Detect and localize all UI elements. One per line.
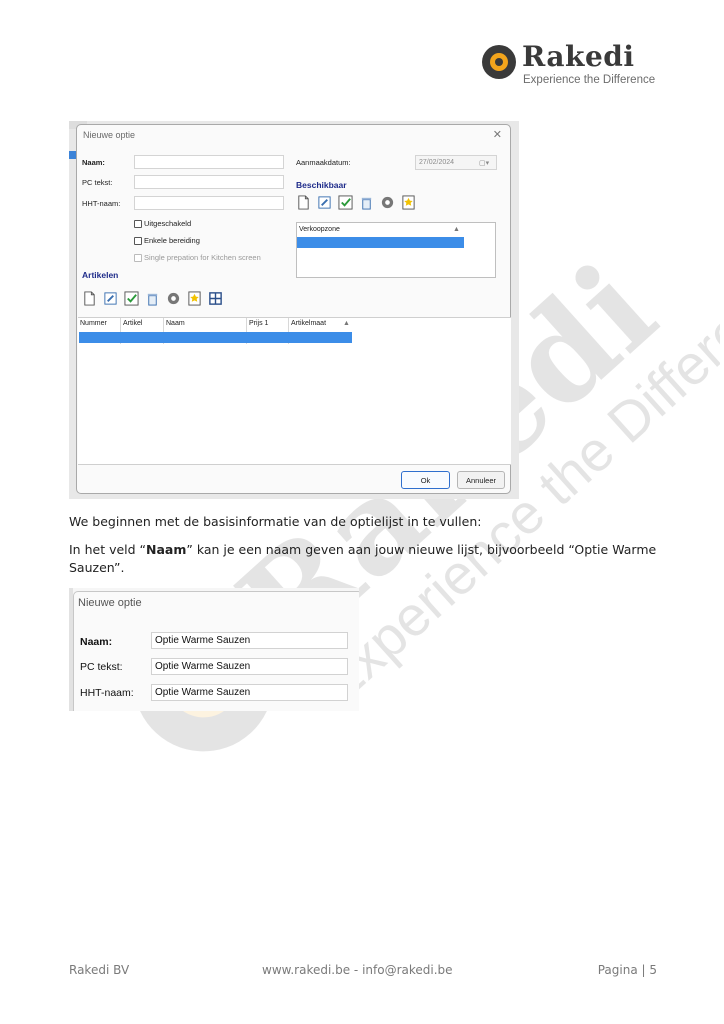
- artikelen-grid[interactable]: Nummer Artikel Naam Prijs 1 Artikelmaat …: [78, 317, 511, 465]
- aanmaakdatum-picker[interactable]: 27/02/2024 ▢▾: [415, 155, 497, 170]
- dialog-screenshot-2: Nieuwe optie Naam: Optie Warme Sauzen PC…: [69, 588, 359, 711]
- close-icon[interactable]: ✕: [493, 128, 502, 141]
- nieuwe-optie-dialog: Nieuwe optie ✕ Naam: PC tekst: HHT-naam:…: [76, 124, 511, 494]
- instruction-field-name: Naam: [146, 542, 187, 557]
- dialog-screenshot-1: Nieuwe optie ✕ Naam: PC tekst: HHT-naam:…: [69, 121, 519, 499]
- check-icon[interactable]: [338, 195, 353, 210]
- star-icon[interactable]: [401, 195, 416, 210]
- gear-icon[interactable]: [166, 291, 181, 306]
- dialog-title: Nieuwe optie: [83, 130, 136, 140]
- checkbox-label: Uitgeschakeld: [144, 219, 192, 228]
- checkbox-label: Single prepation for Kitchen screen: [144, 253, 261, 262]
- artikelen-toolbar: [82, 291, 223, 306]
- hht-naam-label: HHT-naam:: [80, 687, 134, 699]
- grid-header-nummer[interactable]: Nummer: [80, 320, 107, 327]
- date-value: 27/02/2024: [419, 159, 455, 166]
- artikelen-heading: Artikelen: [82, 270, 119, 280]
- hht-naam-input[interactable]: Optie Warme Sauzen: [151, 684, 348, 701]
- single-preparation-checkbox: Single prepation for Kitchen screen: [134, 253, 261, 262]
- naam-label: Naam:: [82, 158, 105, 167]
- checkbox-label: Enkele bereiding: [144, 236, 200, 245]
- logo-mark-icon: [482, 45, 516, 79]
- enkele-bereiding-checkbox[interactable]: Enkele bereiding: [134, 236, 200, 245]
- hht-naam-input[interactable]: [134, 196, 284, 210]
- grid-header-naam[interactable]: Naam: [166, 320, 185, 327]
- calendar-dropdown-icon: ▢▾: [479, 160, 490, 167]
- footer-company: Rakedi BV: [69, 963, 130, 977]
- pc-tekst-input[interactable]: [134, 175, 284, 189]
- verkoopzone-list[interactable]: Verkoopzone ▲: [296, 222, 496, 278]
- pc-tekst-input[interactable]: Optie Warme Sauzen: [151, 658, 348, 675]
- new-document-icon[interactable]: [82, 291, 97, 306]
- new-document-icon[interactable]: [296, 195, 311, 210]
- pc-tekst-label: PC tekst:: [80, 661, 123, 673]
- naam-input[interactable]: [134, 155, 284, 169]
- intro-paragraph: We beginnen met de basisinformatie van d…: [69, 514, 482, 529]
- pc-tekst-label: PC tekst:: [82, 178, 113, 187]
- edit-document-icon[interactable]: [317, 195, 332, 210]
- naam-input[interactable]: Optie Warme Sauzen: [151, 632, 348, 649]
- background-selection-strip: [69, 151, 76, 159]
- trash-icon[interactable]: [145, 291, 160, 306]
- check-icon[interactable]: [124, 291, 139, 306]
- dialog-title: Nieuwe optie: [78, 597, 142, 609]
- grid-icon[interactable]: [208, 291, 223, 306]
- verkoopzone-header: Verkoopzone: [299, 226, 340, 233]
- grid-header-artikelmaat[interactable]: Artikelmaat: [291, 320, 326, 327]
- grid-header-artikel[interactable]: Artikel: [123, 320, 142, 327]
- nieuwe-optie-dialog-crop: Nieuwe optie Naam: Optie Warme Sauzen PC…: [73, 591, 359, 711]
- grid-header-prijs[interactable]: Prijs 1: [249, 320, 268, 327]
- star-icon[interactable]: [187, 291, 202, 306]
- aanmaakdatum-label: Aanmaakdatum:: [296, 158, 351, 167]
- instruction-text-start: In het veld “: [69, 542, 147, 557]
- grid-selected-row[interactable]: [79, 332, 352, 343]
- footer-page-number: Pagina | 5: [597, 963, 657, 977]
- edit-document-icon[interactable]: [103, 291, 118, 306]
- logo-tagline: Experience the Difference: [523, 74, 656, 86]
- uitgeschakeld-checkbox[interactable]: Uitgeschakeld: [134, 219, 191, 228]
- naam-instruction-paragraph: In het veld “Naam” kan je een naam geven…: [69, 541, 659, 577]
- checkbox-box: [134, 219, 142, 228]
- ok-button[interactable]: Ok: [401, 471, 450, 489]
- logo-name: Rakedi: [522, 40, 635, 73]
- checkbox-box: [134, 236, 142, 245]
- sort-up-icon: ▲: [343, 320, 350, 327]
- annuleer-button[interactable]: Annuleer: [457, 471, 505, 489]
- verkoopzone-selected-row[interactable]: [297, 237, 464, 248]
- hht-naam-label: HHT-naam:: [82, 199, 121, 208]
- sort-up-icon: ▲: [453, 226, 460, 233]
- gear-icon[interactable]: [380, 195, 395, 210]
- checkbox-box: [134, 253, 142, 262]
- header-logo: Rakedi Experience the Difference: [482, 40, 658, 90]
- naam-label: Naam:: [80, 636, 113, 648]
- beschikbaar-toolbar: [296, 195, 416, 210]
- trash-icon[interactable]: [359, 195, 374, 210]
- beschikbaar-heading: Beschikbaar: [296, 180, 347, 190]
- footer-contact: www.rakedi.be - info@rakedi.be: [262, 963, 453, 977]
